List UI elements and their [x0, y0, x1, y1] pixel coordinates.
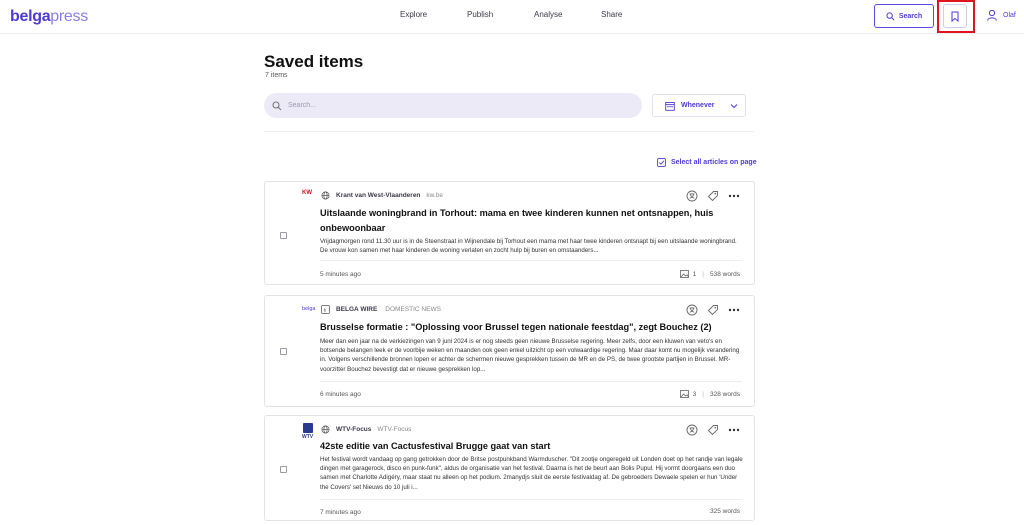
header-divider: [264, 131, 754, 132]
article-snippet: Het festival wordt vandaag op gang getro…: [320, 456, 743, 491]
article-actions: [686, 304, 740, 316]
nav-share[interactable]: Share: [601, 10, 622, 19]
article-actions: [686, 424, 740, 436]
article-checkbox[interactable]: [280, 232, 287, 239]
image-icon: [679, 270, 689, 278]
item-count: 7 items: [265, 72, 288, 79]
select-all-label: Select all articles on page: [671, 159, 757, 166]
image-count: 3: [692, 390, 697, 398]
article-card[interactable]: KW Krant van West-Vlaanderen kw.be Uitsl…: [264, 181, 755, 285]
article-title[interactable]: Brusselse formatie : "Oplossing voor Bru…: [320, 320, 740, 335]
chevron-down-icon: [731, 103, 738, 108]
article-title[interactable]: Uitslaande woningbrand in Torhout: mama …: [320, 206, 740, 236]
article-stats: 1 | 538 words: [679, 270, 740, 278]
search-icon: [886, 11, 895, 20]
source-name: Krant van West-Vlaanderen: [336, 192, 421, 199]
search-bar[interactable]: [264, 93, 642, 118]
globe-icon: [321, 191, 330, 200]
article-snippet: Vrijdagmorgen rond 11.30 uur is in de St…: [320, 238, 737, 255]
checkbox-check-icon: [657, 158, 666, 167]
source-logo: WTV: [302, 434, 314, 440]
more-options-icon[interactable]: [728, 308, 740, 312]
source-sub: DOMESTIC NEWS: [385, 306, 441, 313]
search-input[interactable]: [288, 102, 608, 109]
source-logo-badge: [303, 423, 313, 433]
tag-icon[interactable]: [707, 424, 719, 436]
article-card[interactable]: belga b BELGA WIRE DOMESTIC NEWS Brussel…: [264, 295, 755, 407]
search-button[interactable]: Search: [874, 4, 934, 28]
search-button-label: Search: [898, 12, 923, 20]
article-card[interactable]: WTV WTV-Focus WTV-Focus 42ste editie van…: [264, 415, 755, 521]
source-name: WTV-Focus: [336, 426, 372, 433]
article-meta: b BELGA WIRE DOMESTIC NEWS: [321, 305, 441, 314]
page-title: Saved items: [264, 52, 364, 71]
article-meta: WTV-Focus WTV-Focus: [321, 425, 411, 434]
svg-text:b: b: [324, 307, 327, 312]
nav-publish[interactable]: Publish: [467, 10, 493, 19]
more-options-icon[interactable]: [728, 428, 740, 432]
article-actions: [686, 190, 740, 202]
select-all-articles-button[interactable]: Select all articles on page: [657, 158, 757, 167]
wire-icon: b: [321, 305, 330, 314]
user-menu[interactable]: Olaf: [986, 9, 1016, 21]
date-filter-label: Whenever: [681, 102, 715, 109]
image-icon: [679, 390, 689, 398]
calendar-icon: [665, 101, 675, 111]
more-options-icon[interactable]: [728, 194, 740, 198]
article-snippet: Meer dan een jaar na de verkiezingen van…: [320, 338, 740, 373]
source-name: BELGA WIRE: [336, 306, 378, 313]
article-stats: 325 words: [710, 508, 740, 515]
highlight-box: [937, 0, 975, 33]
article-time: 7 minutes ago: [320, 509, 361, 516]
word-count: 328 words: [710, 390, 740, 398]
article-time: 6 minutes ago: [320, 391, 361, 398]
article-meta: Krant van West-Vlaanderen kw.be: [321, 191, 443, 200]
card-divider: [320, 260, 742, 261]
translate-icon[interactable]: [686, 424, 698, 436]
word-count: 538 words: [710, 270, 740, 278]
article-checkbox[interactable]: [280, 466, 287, 473]
card-divider: [320, 499, 742, 500]
tag-icon[interactable]: [707, 190, 719, 202]
tag-icon[interactable]: [707, 304, 719, 316]
nav-explore[interactable]: Explore: [400, 10, 427, 19]
word-count: 325 words: [710, 508, 740, 515]
translate-icon[interactable]: [686, 304, 698, 316]
search-icon: [272, 100, 282, 110]
belga-press-logo[interactable]: belgapress: [10, 8, 88, 26]
article-checkbox[interactable]: [280, 348, 287, 355]
article-title[interactable]: 42ste editie van Cactusfestival Brugge g…: [320, 439, 740, 454]
source-sub: kw.be: [426, 192, 444, 199]
article-stats: 3 | 328 words: [679, 390, 740, 398]
translate-icon[interactable]: [686, 190, 698, 202]
card-divider: [320, 381, 742, 382]
article-time: 5 minutes ago: [320, 271, 361, 278]
source-logo: KW: [302, 190, 312, 196]
source-sub: WTV-Focus: [377, 426, 412, 433]
globe-icon: [321, 425, 330, 434]
date-filter-dropdown[interactable]: Whenever: [652, 94, 746, 117]
image-count: 1: [692, 270, 697, 278]
source-logo: belga: [302, 306, 316, 312]
user-name: Olaf: [1003, 11, 1016, 19]
top-bar: belgapress Explore Publish Analyse Share…: [0, 0, 1024, 34]
nav-analyse[interactable]: Analyse: [534, 10, 562, 19]
user-icon: [987, 9, 997, 21]
